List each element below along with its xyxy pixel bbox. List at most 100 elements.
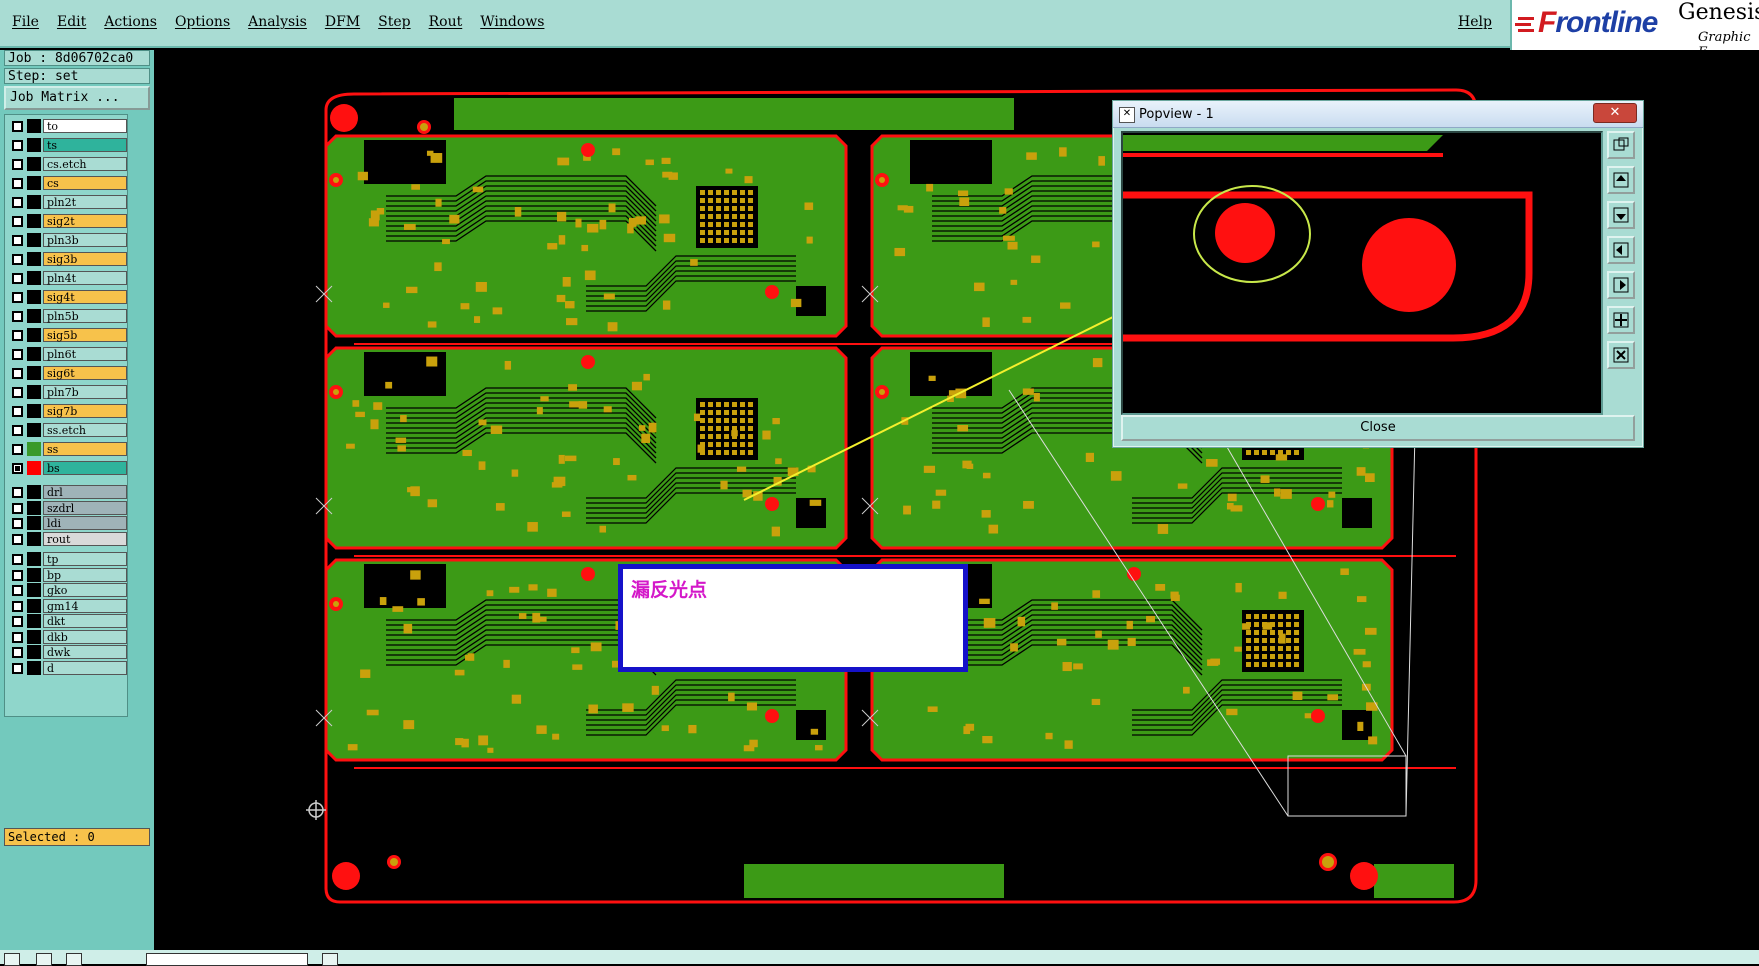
layer-checkbox[interactable] <box>12 616 23 627</box>
layer-name[interactable]: sig4t <box>43 290 127 304</box>
popview-titlebar[interactable]: ✕ Popview - 1 ✕ <box>1113 101 1643 128</box>
layer-row-gm14[interactable]: gm14 <box>8 598 127 614</box>
layer-color-swatch[interactable] <box>27 442 41 456</box>
menu-help[interactable]: Help <box>1458 14 1492 30</box>
layer-name[interactable]: to <box>43 119 127 133</box>
layer-row-pln4t[interactable]: pln4t <box>8 270 127 286</box>
layer-color-swatch[interactable] <box>27 233 41 247</box>
layer-color-swatch[interactable] <box>27 660 41 675</box>
layer-name[interactable]: pln2t <box>43 195 127 209</box>
popview-zoom-view[interactable] <box>1121 131 1603 415</box>
menu-step[interactable]: Step <box>378 14 410 30</box>
layer-color-swatch[interactable] <box>27 567 41 582</box>
layer-checkbox[interactable] <box>12 311 23 322</box>
layer-name[interactable]: tp <box>43 552 127 566</box>
layer-name[interactable]: ss.etch <box>43 423 127 437</box>
layer-name[interactable]: dkb <box>43 629 127 644</box>
layer-row-pln7b[interactable]: pln7b <box>8 384 127 400</box>
layer-name[interactable]: ts <box>43 138 127 152</box>
layer-checkbox[interactable] <box>12 197 23 208</box>
layer-color-swatch[interactable] <box>27 583 41 597</box>
command-input[interactable] <box>146 953 308 966</box>
layer-checkbox[interactable] <box>12 159 23 170</box>
layer-checkbox[interactable] <box>12 140 23 151</box>
layer-name[interactable]: pln7b <box>43 385 127 399</box>
layer-checkbox[interactable] <box>12 292 23 303</box>
layer-checkbox[interactable] <box>12 569 23 581</box>
layer-row-dwk[interactable]: dwk <box>8 644 127 660</box>
layer-name[interactable]: gko <box>43 583 127 597</box>
layer-name[interactable]: dwk <box>43 645 127 659</box>
pan-up-button[interactable] <box>1607 166 1635 194</box>
zoom-out-button[interactable] <box>1607 341 1635 369</box>
zoom-in-button[interactable] <box>1607 306 1635 334</box>
layer-row-sig7b[interactable]: sig7b <box>8 403 127 419</box>
status-button-2[interactable] <box>36 953 52 966</box>
layer-row-rout[interactable]: rout <box>8 531 127 547</box>
layer-checkbox[interactable] <box>12 600 23 612</box>
layer-checkbox[interactable] <box>12 235 23 246</box>
layer-color-swatch[interactable] <box>27 500 41 515</box>
layer-color-swatch[interactable] <box>27 176 41 190</box>
layer-row-d[interactable]: d <box>8 660 127 676</box>
layer-color-swatch[interactable] <box>27 404 41 418</box>
layer-row-bs[interactable]: bs <box>8 460 127 476</box>
layer-row-pln5b[interactable]: pln5b <box>8 308 127 324</box>
layer-checkbox[interactable] <box>12 349 23 360</box>
menu-rout[interactable]: Rout <box>429 14 463 30</box>
layer-checkbox[interactable] <box>12 330 23 341</box>
layer-color-swatch[interactable] <box>27 290 41 304</box>
layer-row-pln2t[interactable]: pln2t <box>8 194 127 210</box>
layer-checkbox[interactable] <box>12 631 23 643</box>
layer-checkbox[interactable] <box>12 368 23 379</box>
layer-checkbox[interactable] <box>12 647 23 658</box>
pan-right-button[interactable] <box>1607 271 1635 299</box>
layer-color-swatch[interactable] <box>27 347 41 361</box>
status-button-4[interactable] <box>322 953 338 966</box>
layer-row-pln3b[interactable]: pln3b <box>8 232 127 248</box>
layer-row-dkb[interactable]: dkb <box>8 629 127 645</box>
layer-checkbox[interactable] <box>12 554 23 565</box>
layer-name[interactable]: sig5b <box>43 328 127 342</box>
layer-name[interactable]: pln3b <box>43 233 127 247</box>
layer-name[interactable]: bs <box>43 461 127 475</box>
layer-checkbox[interactable] <box>12 273 23 284</box>
layer-color-swatch[interactable] <box>27 645 41 659</box>
layer-checkbox[interactable] <box>12 406 23 417</box>
layer-color-swatch[interactable] <box>27 552 41 566</box>
layer-name[interactable]: sig7b <box>43 404 127 418</box>
layer-color-swatch[interactable] <box>27 328 41 342</box>
layer-name[interactable]: rout <box>43 531 127 546</box>
layer-name[interactable]: cs.etch <box>43 157 127 171</box>
layer-name[interactable]: pln5b <box>43 309 127 323</box>
layer-color-swatch[interactable] <box>27 138 41 152</box>
layer-name[interactable]: drl <box>43 485 127 499</box>
status-button-1[interactable] <box>4 953 20 966</box>
layer-checkbox[interactable] <box>12 518 23 529</box>
layer-name[interactable]: szdrl <box>43 500 127 515</box>
layer-row-ss-etch[interactable]: ss.etch <box>8 422 127 438</box>
layer-color-swatch[interactable] <box>27 423 41 437</box>
layer-row-szdrl[interactable]: szdrl <box>8 500 127 516</box>
layer-checkbox[interactable] <box>12 387 23 398</box>
layer-color-swatch[interactable] <box>27 366 41 380</box>
layer-row-sig2t[interactable]: sig2t <box>8 213 127 229</box>
layer-row-ldi[interactable]: ldi <box>8 515 127 531</box>
popview-close-button[interactable]: Close <box>1121 415 1635 441</box>
layer-checkbox[interactable] <box>12 662 23 674</box>
layer-checkbox[interactable] <box>12 121 23 132</box>
layer-color-swatch[interactable] <box>27 485 41 499</box>
layer-row-tp[interactable]: tp <box>8 551 127 567</box>
layer-row-to[interactable]: to <box>8 118 127 134</box>
layer-checkbox[interactable] <box>12 444 23 455</box>
menu-options[interactable]: Options <box>175 14 230 30</box>
layer-row-sig4t[interactable]: sig4t <box>8 289 127 305</box>
layer-checkbox[interactable] <box>12 487 23 498</box>
layer-checkbox[interactable] <box>12 178 23 189</box>
layer-row-sig3b[interactable]: sig3b <box>8 251 127 267</box>
zoom-fit-button[interactable] <box>1607 131 1635 159</box>
layer-color-swatch[interactable] <box>27 309 41 323</box>
layer-checkbox[interactable] <box>12 533 23 545</box>
layer-name[interactable]: dkt <box>43 614 127 628</box>
pan-down-button[interactable] <box>1607 201 1635 229</box>
